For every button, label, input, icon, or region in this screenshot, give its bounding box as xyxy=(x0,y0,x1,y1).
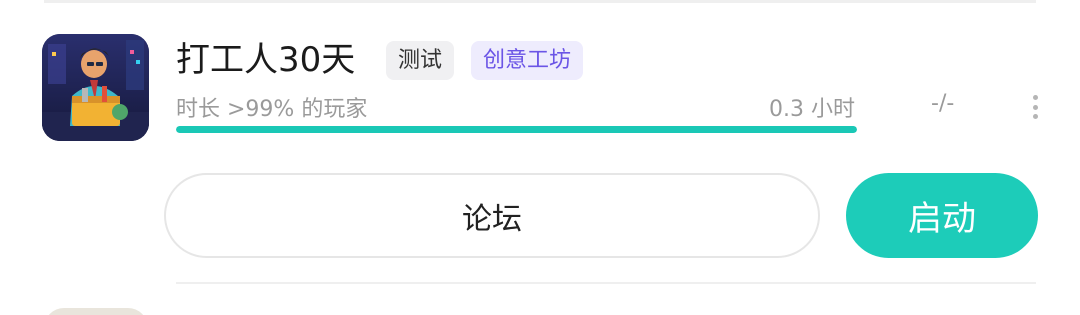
dot-icon xyxy=(1032,95,1038,100)
launch-button[interactable]: 启动 xyxy=(846,173,1038,258)
game-card: 打工人30天 测试 创意工坊 时长 >99% 的玩家 0.3 小时 -/- 论坛… xyxy=(0,0,1080,315)
top-divider xyxy=(44,0,1036,3)
game-cover-art xyxy=(42,34,149,141)
playtime-percentile: 时长 >99% 的玩家 xyxy=(176,97,368,122)
tag-test: 测试 xyxy=(386,41,455,80)
dot-icon xyxy=(1032,114,1038,119)
playtime-progress-bar xyxy=(176,126,857,133)
more-options-icon[interactable] xyxy=(1024,92,1046,122)
game-cover-icon[interactable] xyxy=(42,34,149,141)
tag-creative-workshop: 创意工坊 xyxy=(471,41,584,80)
bottom-divider xyxy=(176,282,1036,284)
forum-button-label: 论坛 xyxy=(462,201,522,237)
next-game-cover-icon xyxy=(44,308,148,315)
playtime-hours: 0.3 小时 xyxy=(769,97,855,122)
dot-icon xyxy=(1032,104,1038,110)
playtime-progress-fill xyxy=(176,126,857,133)
game-title[interactable]: 打工人30天 xyxy=(176,37,355,83)
rating-value: -/- xyxy=(931,91,955,116)
forum-button[interactable]: 论坛 xyxy=(164,173,820,258)
launch-button-label: 启动 xyxy=(908,199,976,239)
